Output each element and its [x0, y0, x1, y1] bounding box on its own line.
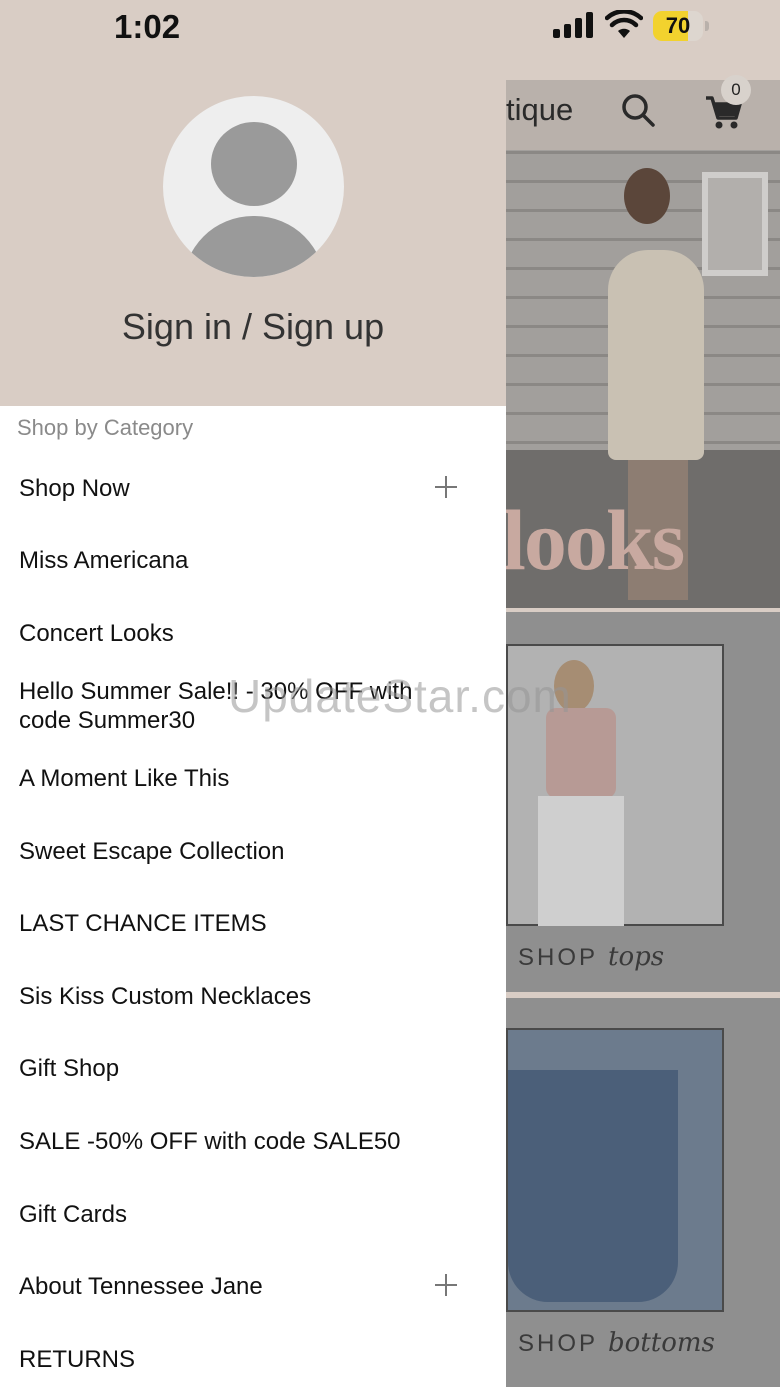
- menu-item-label: Shop Now: [19, 475, 130, 502]
- menu-item[interactable]: Shop Now: [0, 474, 506, 546]
- battery-indicator: 70: [653, 11, 709, 41]
- expand-plus-icon[interactable]: [433, 474, 459, 500]
- user-placeholder-icon[interactable]: [163, 96, 344, 277]
- hero-banner[interactable]: looks: [506, 150, 780, 608]
- menu-item-label: Gift Shop: [19, 1055, 120, 1082]
- shop-bottoms-label: SHOP bottoms: [518, 1328, 715, 1358]
- menu-item-label: Sweet Escape Collection: [19, 838, 285, 865]
- menu-item[interactable]: Sis Kiss Custom Necklaces: [0, 982, 506, 1054]
- search-icon[interactable]: [620, 92, 656, 128]
- shop-bottoms-card[interactable]: SHOP bottoms: [506, 998, 780, 1387]
- menu-item[interactable]: Gift Cards: [0, 1200, 506, 1272]
- watermark-text: UpdateStar.com: [228, 670, 572, 722]
- menu-item-label: Gift Cards: [19, 1201, 128, 1228]
- cellular-signal-icon: [553, 12, 593, 38]
- signin-link[interactable]: Sign in / Sign up: [0, 306, 506, 348]
- status-bar: 1:02 70: [0, 0, 780, 52]
- menu-item[interactable]: Gift Shop: [0, 1054, 506, 1126]
- wifi-icon: [605, 10, 643, 38]
- menu-item-label: Sis Kiss Custom Necklaces: [19, 983, 312, 1010]
- menu-item-label: LAST CHANCE ITEMS: [19, 910, 267, 937]
- status-time: 1:02: [114, 8, 181, 45]
- expand-plus-icon[interactable]: [433, 1272, 459, 1298]
- menu-item-label: About Tennessee Jane: [19, 1273, 263, 1300]
- menu-item[interactable]: LAST CHANCE ITEMS: [0, 909, 506, 981]
- hero-banner-text: looks: [506, 492, 685, 588]
- store-title: tique: [506, 92, 574, 127]
- section-label: Shop by Category: [17, 415, 194, 440]
- menu-item-label: Miss Americana: [19, 547, 189, 574]
- menu-item[interactable]: RETURNS: [0, 1345, 506, 1387]
- cart-count-badge: 0: [721, 75, 751, 105]
- bottoms-photo: [506, 1028, 724, 1312]
- battery-level: 70: [665, 13, 691, 38]
- menu-item[interactable]: A Moment Like This: [0, 764, 506, 836]
- menu-item-label: SALE -50% OFF with code SALE50: [19, 1128, 401, 1155]
- menu-item-label: RETURNS: [19, 1346, 136, 1373]
- shop-tops-label: SHOP tops: [518, 942, 665, 972]
- menu-item-label: A Moment Like This: [19, 765, 230, 792]
- menu-item[interactable]: Miss Americana: [0, 546, 506, 618]
- menu-item[interactable]: Sweet Escape Collection: [0, 837, 506, 909]
- menu-item[interactable]: SALE -50% OFF with code SALE50: [0, 1127, 506, 1199]
- menu-item[interactable]: About Tennessee Jane: [0, 1272, 506, 1344]
- menu-item-label: Concert Looks: [19, 620, 174, 647]
- drawer-header: Sign in / Sign up: [0, 0, 506, 406]
